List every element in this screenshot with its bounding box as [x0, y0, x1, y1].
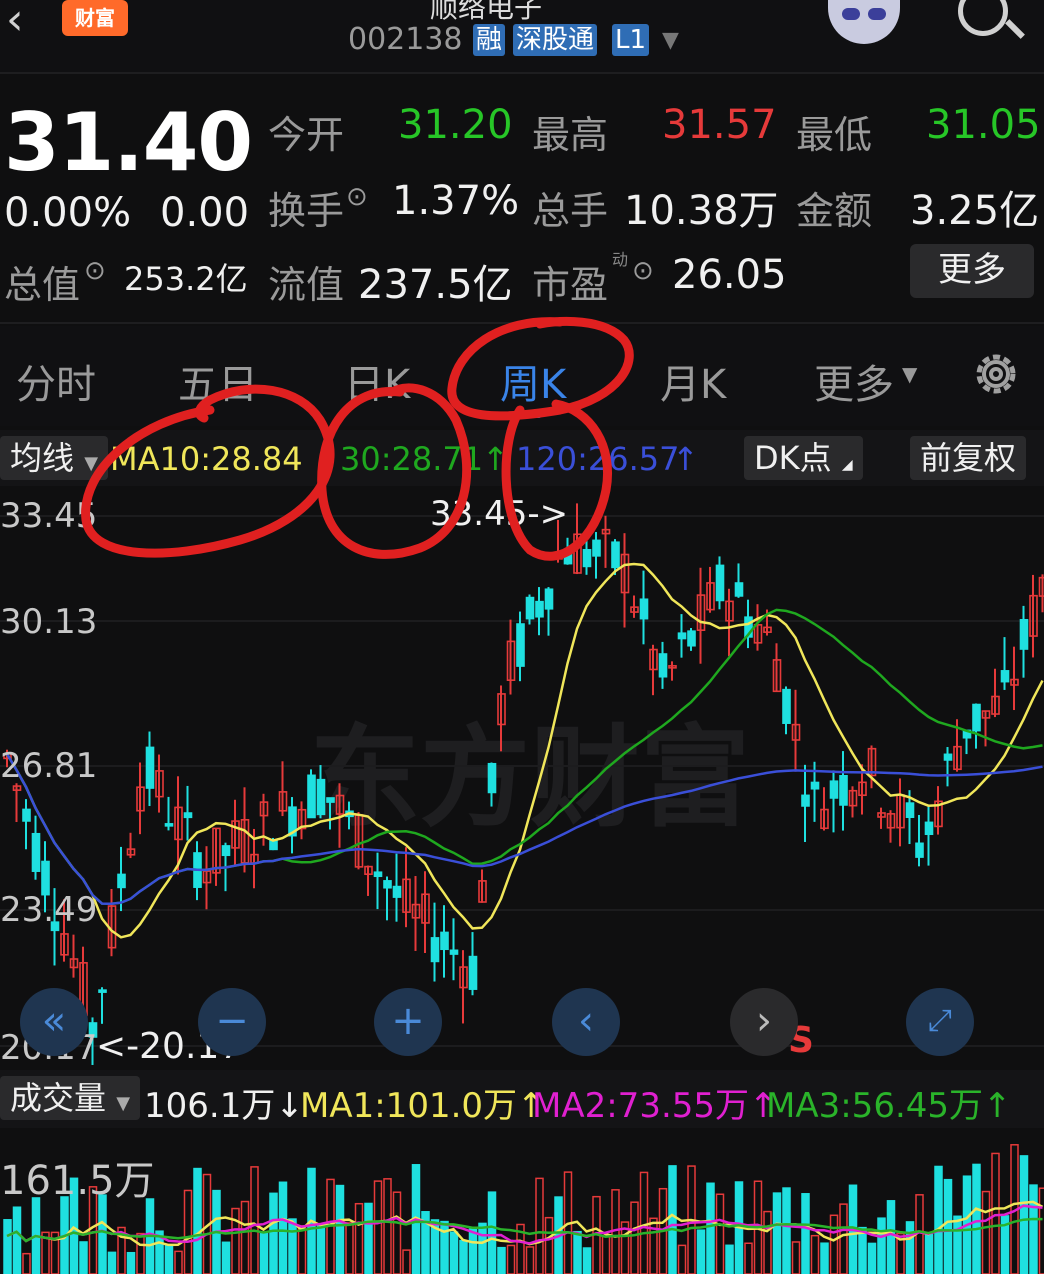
annotation-scribbles [81, 317, 634, 561]
annotation-circle [81, 384, 335, 558]
annotation-circle [447, 317, 634, 561]
annotation-circle [317, 383, 472, 559]
